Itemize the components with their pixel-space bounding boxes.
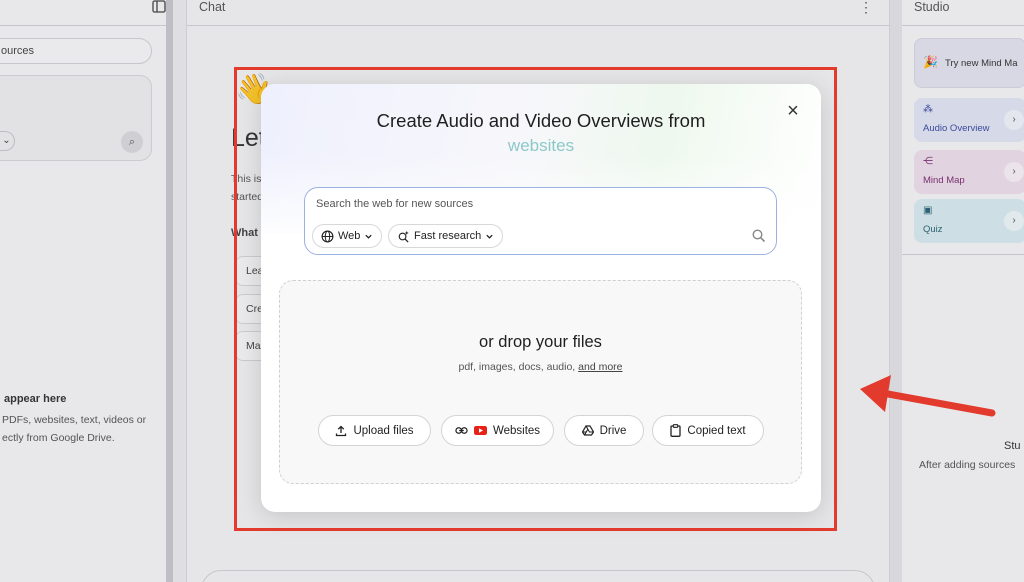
red-arrow-annotation bbox=[860, 375, 996, 417]
highlight-box bbox=[234, 67, 837, 531]
